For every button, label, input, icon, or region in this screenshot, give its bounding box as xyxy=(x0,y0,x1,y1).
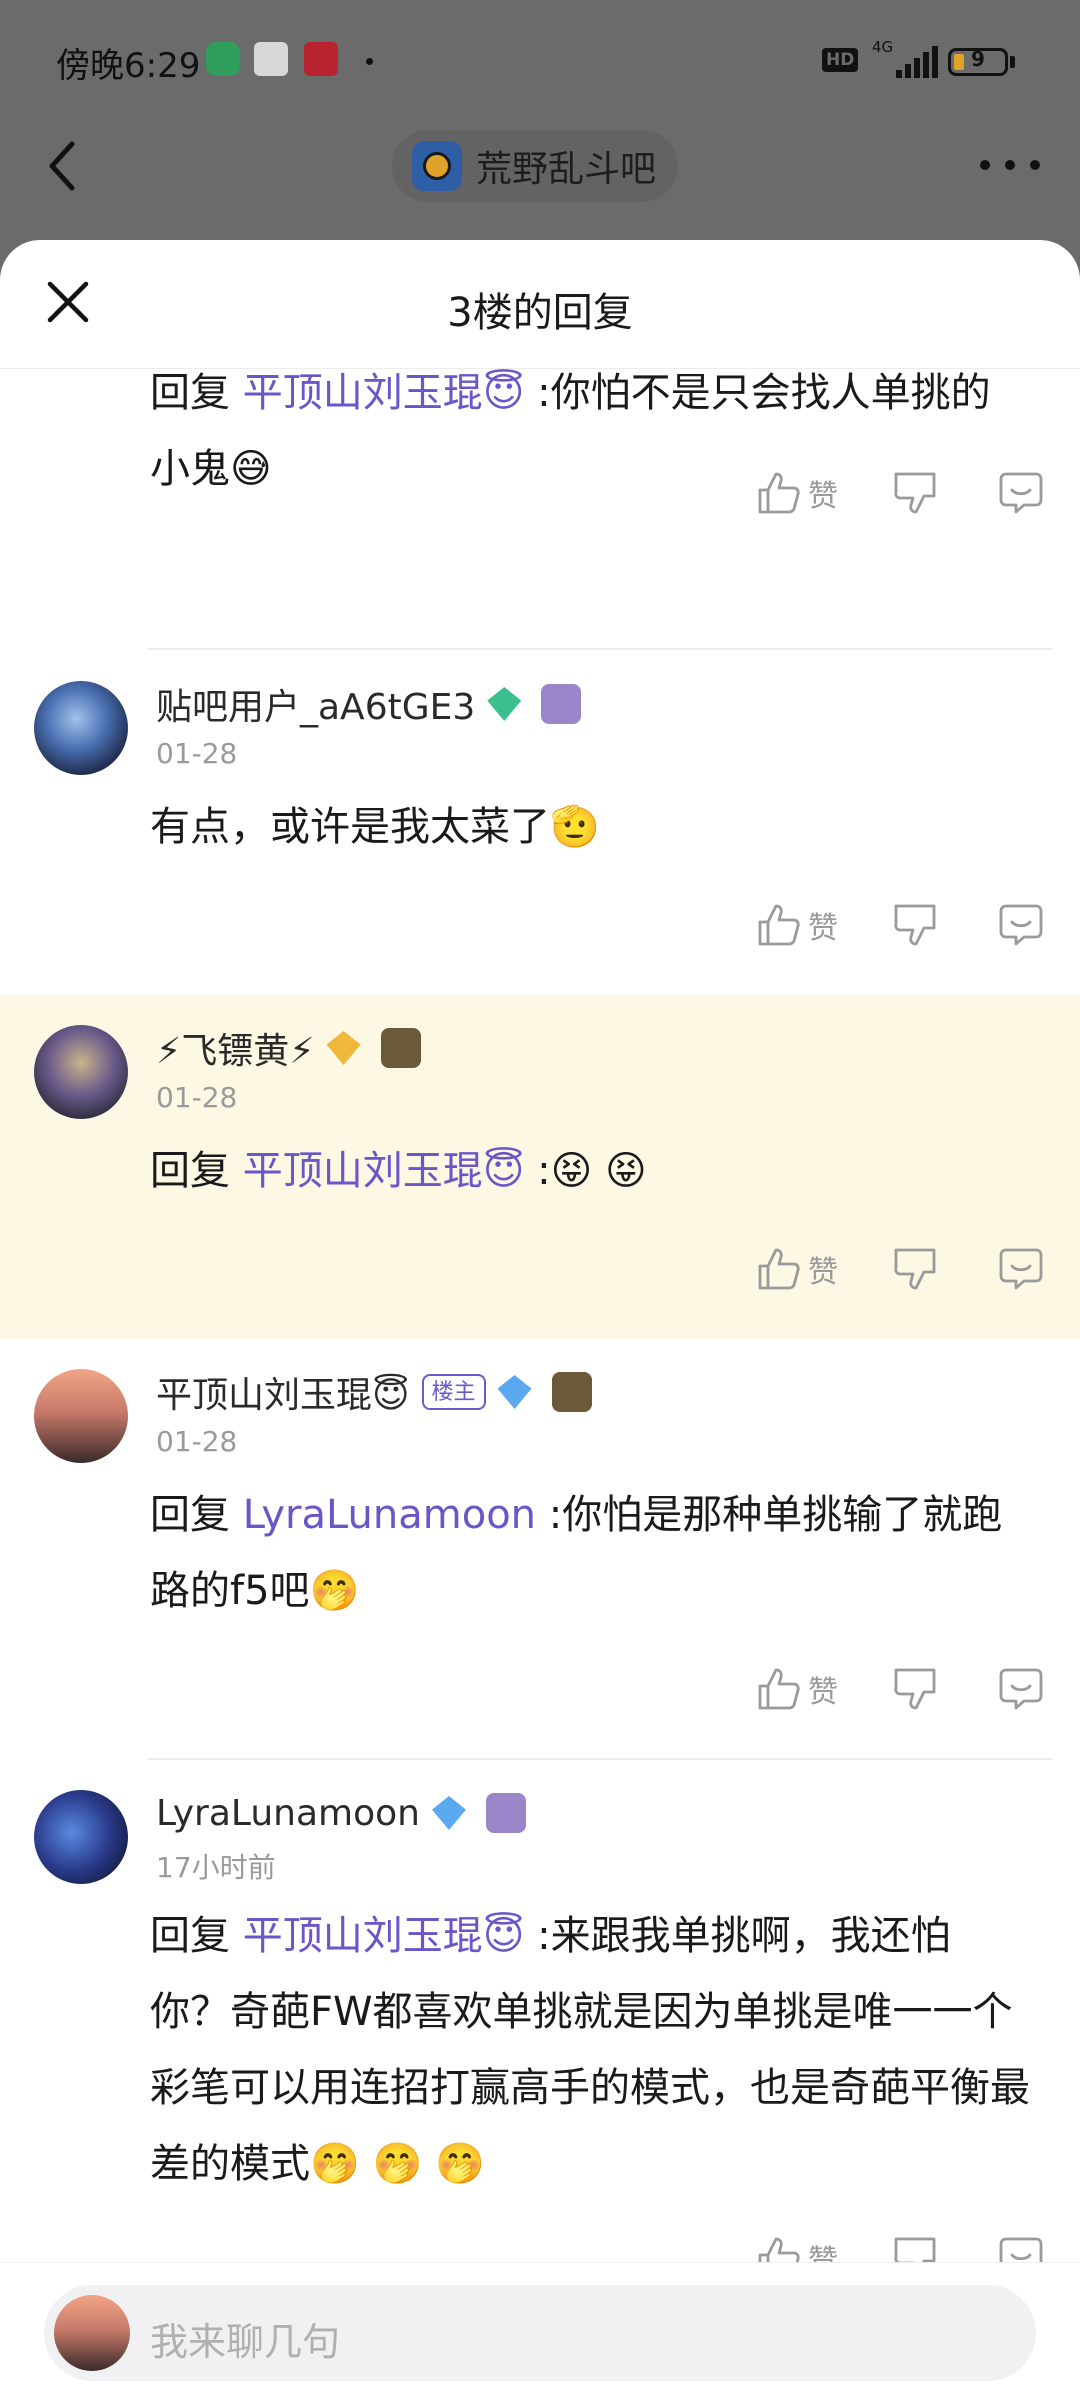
avatar[interactable] xyxy=(34,1369,128,1463)
reply-input-placeholder: 我来聊几句 xyxy=(150,2320,341,2364)
username-row: 平顶山刘玉琨😇 楼主 xyxy=(156,1367,592,1417)
mention-link[interactable]: LyraLunamoon xyxy=(243,1492,536,1538)
battery-icon: 9 xyxy=(948,47,1008,76)
level-badge-icon xyxy=(541,684,582,724)
thumbs-down-icon[interactable] xyxy=(892,902,938,948)
reply-content: 回复 LyraLunamoon :你怕是那种单挑输了就跑路的f5吧🤭 xyxy=(150,1492,1003,1614)
thumbs-up-icon xyxy=(758,2237,800,2262)
reply-content: 有点，或许是我太菜了🫡 xyxy=(150,804,600,850)
post-date: 01-28 xyxy=(156,737,238,770)
signal-icon xyxy=(896,46,938,78)
reply-item: 回复 平顶山刘玉琨😇 :你怕不是只会找人单挑的小鬼😅 赞 xyxy=(0,369,1080,651)
reply-input[interactable]: 我来聊几句 xyxy=(44,2285,1036,2381)
divider xyxy=(148,648,1052,650)
notification-dot-icon xyxy=(366,58,373,65)
heart-app-icon xyxy=(304,42,338,76)
like-button[interactable]: 赞 xyxy=(756,902,838,948)
thumbs-up-icon xyxy=(758,1248,800,1290)
reply-content: 回复 平顶山刘玉琨😇 :来跟我单挑啊，我还怕你？奇葩FW都喜欢单挑就是因为单挑是… xyxy=(150,1913,1030,2187)
thumbs-up-icon xyxy=(758,472,800,514)
forum-pill[interactable]: 荒野乱斗吧 xyxy=(392,130,679,202)
username-row: 贴吧用户_aA6tGE3 xyxy=(156,678,582,730)
gem-badge-icon xyxy=(497,1375,532,1409)
reply-actions: 赞 xyxy=(756,1239,1044,1299)
hd-icon: HD xyxy=(822,48,859,72)
reply-item: 平顶山刘玉琨😇 楼主 01-28 回复 LyraLunamoon :你怕是那种单… xyxy=(0,1339,1080,1760)
username-row: ⚡飞镖黄⚡ xyxy=(156,1023,421,1073)
reply-sheet: 3楼的回复 回复 平顶山刘玉琨😇 :你怕不是只会找人单挑的小鬼😅 赞 贴吧用户_… xyxy=(0,240,1080,2400)
forum-name: 荒野乱斗吧 xyxy=(476,149,657,190)
mention-link[interactable]: 平顶山刘玉琨😇 xyxy=(243,370,525,416)
post-date: 17小时前 xyxy=(156,1851,276,1884)
username[interactable]: ⚡飞镖黄⚡ xyxy=(156,1022,315,1074)
thumbs-down-icon[interactable] xyxy=(892,1666,938,1712)
mention-link[interactable]: 平顶山刘玉琨😇 xyxy=(243,1913,525,1959)
owner-tag: 楼主 xyxy=(421,1374,486,1410)
username[interactable]: LyraLunamoon xyxy=(156,1793,420,1834)
avatar[interactable] xyxy=(34,1790,128,1884)
level-badge-icon xyxy=(485,1793,526,1833)
sheet-title: 3楼的回复 xyxy=(447,290,633,336)
avatar[interactable] xyxy=(34,1025,128,1119)
reply-item-highlighted: ⚡飞镖黄⚡ 01-28 回复 平顶山刘玉琨😇 :😝 😝 赞 xyxy=(0,995,1080,1339)
gem-badge-icon xyxy=(487,687,522,721)
thumbs-down-icon[interactable] xyxy=(892,1246,938,1292)
thumbs-down-icon[interactable] xyxy=(892,470,938,516)
reply-actions: 赞 xyxy=(756,1659,1044,1719)
like-label: 赞 xyxy=(808,1675,838,1710)
reply-bubble-icon[interactable] xyxy=(998,2235,1044,2262)
gem-badge-icon xyxy=(326,1031,361,1065)
back-icon[interactable] xyxy=(42,138,86,194)
reply-actions: 赞 xyxy=(756,2228,1044,2262)
gem-badge-icon xyxy=(431,1796,466,1830)
like-button[interactable]: 赞 xyxy=(756,1246,838,1292)
like-label: 赞 xyxy=(808,1255,838,1290)
reply-actions: 赞 xyxy=(756,463,1044,523)
reply-actions: 赞 xyxy=(756,895,1044,955)
reply-bubble-icon[interactable] xyxy=(998,1666,1044,1712)
sheet-header: 3楼的回复 xyxy=(0,240,1080,369)
reply-item: 贴吧用户_aA6tGE3 01-28 有点，或许是我太菜了🫡 赞 xyxy=(0,651,1080,995)
reply-input-bar: 我来聊几句 xyxy=(0,2262,1080,2400)
reply-content: 回复 平顶山刘玉琨😇 :😝 😝 xyxy=(150,1148,647,1194)
thumbs-down-icon[interactable] xyxy=(892,2235,938,2262)
status-bar: 傍晚6:29 HD 4G 9 xyxy=(0,0,1080,120)
shield-icon xyxy=(206,42,240,76)
forum-logo-icon xyxy=(412,141,462,191)
post-date: 01-28 xyxy=(156,1081,238,1114)
thumbs-up-icon xyxy=(758,904,800,946)
reply-bubble-icon[interactable] xyxy=(998,1246,1044,1292)
level-badge-icon xyxy=(380,1028,421,1068)
like-button[interactable]: 赞 xyxy=(756,470,838,516)
reply-bubble-icon[interactable] xyxy=(998,902,1044,948)
reply-feed[interactable]: 回复 平顶山刘玉琨😇 :你怕不是只会找人单挑的小鬼😅 赞 贴吧用户_aA6tGE… xyxy=(0,369,1080,2262)
more-icon[interactable] xyxy=(980,160,1040,172)
like-button[interactable]: 赞 xyxy=(756,1666,838,1712)
news-app-icon xyxy=(254,42,288,76)
like-button[interactable]: 赞 xyxy=(756,2235,838,2262)
status-time: 傍晚6:29 xyxy=(56,46,201,86)
my-avatar xyxy=(54,2295,130,2371)
avatar[interactable] xyxy=(34,681,128,775)
top-nav: 荒野乱斗吧 xyxy=(0,120,1080,240)
reply-item: LyraLunamoon 17小时前 回复 平顶山刘玉琨😇 :来跟我单挑啊，我还… xyxy=(0,1760,1080,2262)
battery-level: 9 xyxy=(971,47,985,71)
like-label: 赞 xyxy=(808,911,838,946)
level-badge-icon xyxy=(551,1372,592,1412)
thumbs-up-icon xyxy=(758,1668,800,1710)
reply-bubble-icon[interactable] xyxy=(998,470,1044,516)
username[interactable]: 贴吧用户_aA6tGE3 xyxy=(156,678,475,730)
mention-link[interactable]: 平顶山刘玉琨😇 xyxy=(243,1148,525,1194)
like-label: 赞 xyxy=(808,2244,838,2262)
like-label: 赞 xyxy=(808,479,838,514)
username[interactable]: 平顶山刘玉琨😇 xyxy=(156,1366,410,1418)
username-row: LyraLunamoon xyxy=(156,1788,526,1838)
post-date: 01-28 xyxy=(156,1425,238,1458)
